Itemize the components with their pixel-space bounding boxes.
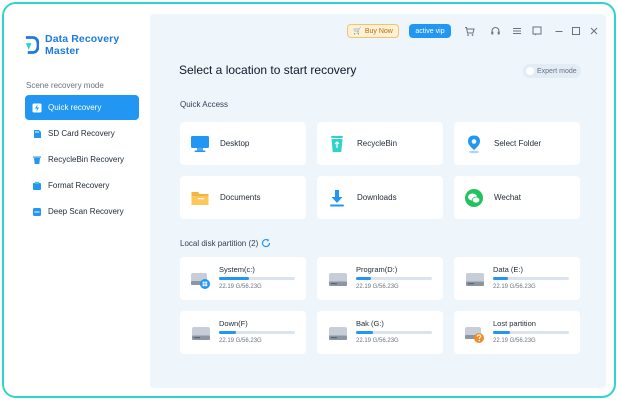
disk-size: 22.19 G/56.23G bbox=[356, 284, 399, 290]
expert-mode-label: Expert mode bbox=[537, 67, 577, 75]
refresh-icon[interactable] bbox=[261, 238, 271, 248]
disk-card-data[interactable]: Data (E:) 22.19 G/56.23G bbox=[454, 257, 580, 300]
location-pin-icon bbox=[468, 135, 480, 153]
headset-icon[interactable] bbox=[489, 25, 501, 37]
logo-icon bbox=[25, 36, 40, 54]
disk-usage-fill bbox=[493, 331, 510, 334]
disk-size: 22.19 G/56.23G bbox=[219, 284, 262, 290]
drive-icon bbox=[329, 327, 347, 340]
disk-usage-bar bbox=[493, 331, 569, 334]
card-label: Wechat bbox=[494, 193, 521, 202]
disk-section-title: Local disk partition (2) bbox=[180, 238, 271, 248]
recycle-bin-icon bbox=[331, 135, 343, 152]
close-icon[interactable] bbox=[588, 25, 600, 37]
disk-size: 22.19 G/56.23G bbox=[493, 338, 536, 344]
menu-icon[interactable] bbox=[511, 25, 523, 37]
app-window: Data Recovery Master Scene recovery mode… bbox=[2, 2, 616, 398]
disk-usage-bar bbox=[356, 277, 432, 280]
disk-size: 22.19 G/56.23G bbox=[356, 338, 399, 344]
disk-card-lost-partition[interactable]: Lost partition 22.19 G/56.23G bbox=[454, 311, 580, 354]
sidebar-nav: Quick recovery SD Card Recovery RecycleB… bbox=[25, 95, 139, 225]
sidebar-item-sd-card-recovery[interactable]: SD Card Recovery bbox=[25, 121, 139, 146]
cart-small-icon: 🛒 bbox=[353, 28, 362, 35]
disk-name: Data (E:) bbox=[493, 265, 524, 274]
disk-card-bak[interactable]: Bak (G:) 22.19 G/56.23G bbox=[317, 311, 443, 354]
sidebar-item-label: RecycleBin Recovery bbox=[48, 155, 125, 164]
sd-card-icon bbox=[34, 129, 41, 138]
disk-usage-fill bbox=[219, 331, 236, 334]
minimize-icon[interactable] bbox=[553, 25, 565, 37]
bolt-icon bbox=[32, 103, 42, 112]
card-label: Documents bbox=[220, 193, 261, 202]
disk-card-down[interactable]: Down(F) 22.19 G/56.23G bbox=[180, 311, 306, 354]
sidebar-item-deep-scan-recovery[interactable]: Deep Scan Recovery bbox=[25, 199, 139, 224]
card-label: Select Folder bbox=[494, 139, 542, 148]
buy-now-label: Buy Now bbox=[364, 27, 393, 35]
drive-icon bbox=[466, 273, 484, 286]
disk-usage-fill bbox=[356, 277, 372, 280]
disk-usage-bar bbox=[219, 331, 295, 334]
disk-usage-fill bbox=[493, 277, 509, 280]
expert-mode-toggle[interactable]: Expert mode bbox=[523, 64, 581, 78]
disk-usage-bar bbox=[493, 277, 569, 280]
wechat-icon bbox=[465, 188, 483, 207]
app-title: Data Recovery Master bbox=[45, 33, 120, 57]
drive-icon bbox=[192, 327, 210, 340]
sidebar-item-label: SD Card Recovery bbox=[48, 129, 115, 138]
folder-icon bbox=[191, 191, 209, 205]
disk-section-label: Local disk partition (2) bbox=[180, 238, 259, 248]
disk-usage-bar bbox=[356, 331, 432, 334]
lost-drive-icon bbox=[465, 327, 484, 343]
buy-now-button[interactable]: 🛒 Buy Now bbox=[347, 24, 399, 38]
card-label: Downloads bbox=[357, 193, 397, 202]
maximize-icon[interactable] bbox=[570, 25, 582, 37]
disk-usage-fill bbox=[356, 331, 373, 334]
quick-access-select-folder[interactable]: Select Folder bbox=[454, 122, 580, 165]
system-drive-icon bbox=[191, 273, 210, 289]
drive-icon bbox=[329, 273, 347, 286]
disk-name: Bak (G:) bbox=[356, 319, 384, 328]
disk-usage-bar bbox=[219, 277, 295, 280]
deep-scan-icon bbox=[33, 207, 41, 216]
disk-size: 22.19 G/56.23G bbox=[493, 284, 536, 290]
sidebar-item-label: Quick recovery bbox=[48, 103, 102, 112]
card-label: RecycleBin bbox=[357, 139, 398, 148]
title-bar: 🛒 Buy Now active vip bbox=[150, 14, 606, 42]
app-logo: Data Recovery Master bbox=[24, 33, 150, 57]
disk-usage-fill bbox=[219, 277, 249, 280]
page-title: Select a location to start recovery bbox=[179, 63, 357, 77]
quick-access-title: Quick Access bbox=[180, 100, 229, 109]
disk-name: Lost partition bbox=[493, 319, 536, 328]
sidebar-item-label: Deep Scan Recovery bbox=[48, 207, 124, 216]
quick-access-documents[interactable]: Documents bbox=[180, 176, 306, 219]
quick-access-downloads[interactable]: Downloads bbox=[317, 176, 443, 219]
sidebar: Data Recovery Master Scene recovery mode… bbox=[4, 4, 150, 396]
sidebar-item-recyclebin-recovery[interactable]: RecycleBin Recovery bbox=[25, 147, 139, 172]
quick-access-desktop[interactable]: Desktop bbox=[180, 122, 306, 165]
cart-icon[interactable] bbox=[463, 25, 475, 37]
disk-card-program[interactable]: Program(D:) 22.19 G/56.23G bbox=[317, 257, 443, 300]
desktop-icon bbox=[191, 135, 209, 152]
disk-size: 22.19 G/56.23G bbox=[219, 338, 262, 344]
download-icon bbox=[330, 189, 344, 206]
card-label: Desktop bbox=[220, 139, 250, 148]
sidebar-item-label: Format Recovery bbox=[48, 181, 110, 190]
toggle-knob bbox=[526, 67, 534, 75]
disk-name: Down(F) bbox=[219, 319, 248, 328]
active-vip-button[interactable]: active vip bbox=[409, 24, 451, 38]
sidebar-item-format-recovery[interactable]: Format Recovery bbox=[25, 173, 139, 198]
disk-name: System(c:) bbox=[219, 265, 255, 274]
recycle-bin-icon bbox=[33, 156, 41, 164]
quick-access-recyclebin[interactable]: RecycleBin bbox=[317, 122, 443, 165]
feedback-icon[interactable] bbox=[531, 25, 543, 37]
disk-card-system[interactable]: System(c:) 22.19 G/56.23G bbox=[180, 257, 306, 300]
disk-name: Program(D:) bbox=[356, 265, 398, 274]
sidebar-section-title: Scene recovery mode bbox=[26, 81, 104, 90]
sidebar-item-quick-recovery[interactable]: Quick recovery bbox=[25, 95, 139, 120]
quick-access-wechat[interactable]: Wechat bbox=[454, 176, 580, 219]
format-icon bbox=[33, 181, 41, 190]
main-panel: 🛒 Buy Now active vip Select a location t… bbox=[150, 14, 606, 388]
